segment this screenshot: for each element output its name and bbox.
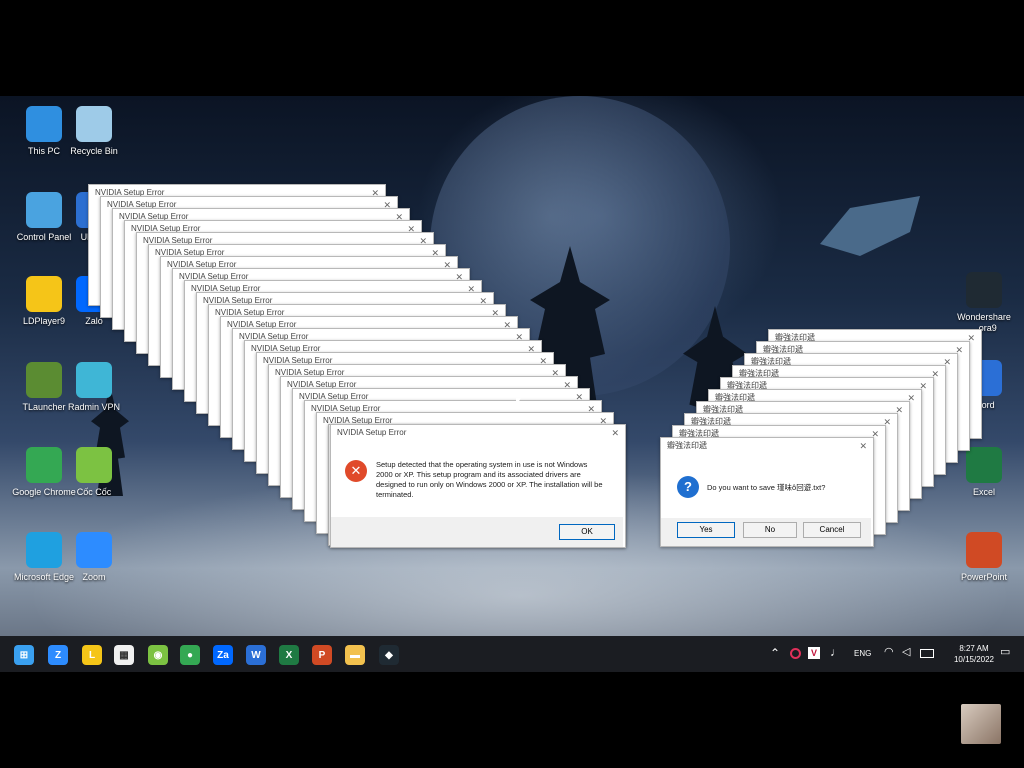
desktop-icon[interactable]: Cốc Cốc <box>60 447 128 498</box>
chrome-icon <box>26 447 62 483</box>
desktop-icon[interactable]: Radmin VPN <box>60 362 128 413</box>
dialog-message: Setup detected that the operating system… <box>376 460 603 499</box>
chevron-up-icon[interactable]: ⌃ <box>770 646 780 660</box>
powerpoint-icon <box>966 532 1002 568</box>
vector-icon[interactable]: V <box>808 647 820 659</box>
ok-button[interactable]: OK <box>559 524 615 540</box>
dialog-title: 瓣強法印遞 <box>667 441 707 450</box>
dialog-message: Do you want to save 瑾味ô回遊.txt? <box>707 483 826 492</box>
mic-icon[interactable]: ♩ <box>830 645 842 659</box>
filmora-taskbar-icon[interactable]: ◆ <box>379 645 399 665</box>
error-icon: ✕ <box>345 460 367 482</box>
desktop-icon[interactable]: Excel <box>950 447 1018 498</box>
edge-icon <box>26 532 62 568</box>
word-taskbar-icon[interactable]: W <box>246 645 266 665</box>
save-file-dialog: 瓣強法印遞 ✕ ? Do you want to save 瑾味ô回遊.txt?… <box>660 437 874 547</box>
dialog-body: ✕ Setup detected that the operating syst… <box>331 442 623 516</box>
desktop-icon[interactable]: Recycle Bin <box>60 106 128 157</box>
desktop-icon-label: Recycle Bin <box>70 146 118 156</box>
control-panel-icon <box>26 192 62 228</box>
radmin-vpn-icon <box>76 362 112 398</box>
dialog-title: NVIDIA Setup Error <box>337 428 407 437</box>
chrome-taskbar-icon[interactable]: ● <box>180 645 200 665</box>
desktop-icon-label: Cốc Cốc <box>76 487 112 497</box>
coccoc-icon <box>76 447 112 483</box>
desktop-icon-label: PowerPoint <box>960 572 1008 582</box>
no-button[interactable]: No <box>743 522 797 538</box>
airship-silhouette <box>820 196 920 256</box>
zoom-taskbar-icon[interactable]: Z <box>48 645 68 665</box>
zoom-icon <box>76 532 112 568</box>
close-icon[interactable]: ✕ <box>859 438 867 454</box>
mouse-cursor <box>516 398 521 406</box>
excel-taskbar-icon[interactable]: X <box>279 645 299 665</box>
desktop-icon[interactable]: Zoom <box>60 532 128 583</box>
desktop-icon-label: Zoom <box>82 572 106 582</box>
dialog-title-bar[interactable]: 瓣強法印遞 ✕ <box>661 438 873 454</box>
webcam-overlay <box>961 704 1001 744</box>
clock-date[interactable]: 10/15/2022 <box>948 655 1000 664</box>
ldplayer-taskbar-icon[interactable]: L <box>82 645 102 665</box>
desktop-icon-label: Excel <box>972 487 995 497</box>
filmora-icon <box>966 272 1002 308</box>
desktop-icon[interactable]: Wondershare ...ora9 <box>950 272 1018 334</box>
cancel-button[interactable]: Cancel <box>803 522 861 538</box>
volume-icon[interactable]: ◁ <box>902 645 910 658</box>
coccoc-taskbar-icon[interactable]: ◉ <box>148 645 168 665</box>
start-icon[interactable]: ⊞ <box>14 645 34 665</box>
battery-icon[interactable] <box>920 649 934 658</box>
this-pc-icon <box>26 106 62 142</box>
nvidia-setup-error-dialog: NVIDIA Setup Error ✕ ✕ Setup detected th… <box>330 424 626 548</box>
file-explorer-icon[interactable]: ▬ <box>345 645 365 665</box>
desktop-icon-label: Radmin VPN <box>67 402 121 412</box>
excel-icon <box>966 447 1002 483</box>
language-indicator[interactable]: ENG <box>854 649 871 658</box>
desktop-icon[interactable]: PowerPoint <box>950 532 1018 583</box>
yes-button[interactable]: Yes <box>677 522 735 538</box>
question-icon: ? <box>677 476 699 498</box>
notification-icon[interactable]: ▭ <box>1000 645 1010 658</box>
record-icon[interactable] <box>790 648 801 659</box>
powerpoint-taskbar-icon[interactable]: P <box>312 645 332 665</box>
tlauncher-icon <box>26 362 62 398</box>
recycle-bin-icon <box>76 106 112 142</box>
ldplayer-icon <box>26 276 62 312</box>
clock-time[interactable]: 8:27 AM <box>954 644 994 653</box>
store-icon[interactable]: ▦ <box>114 645 134 665</box>
wifi-icon[interactable]: ◠ <box>884 645 894 658</box>
dialog-title-bar[interactable]: NVIDIA Setup Error ✕ <box>331 425 625 441</box>
close-icon[interactable]: ✕ <box>611 425 619 441</box>
zalo-taskbar-icon[interactable]: Za <box>213 645 233 665</box>
